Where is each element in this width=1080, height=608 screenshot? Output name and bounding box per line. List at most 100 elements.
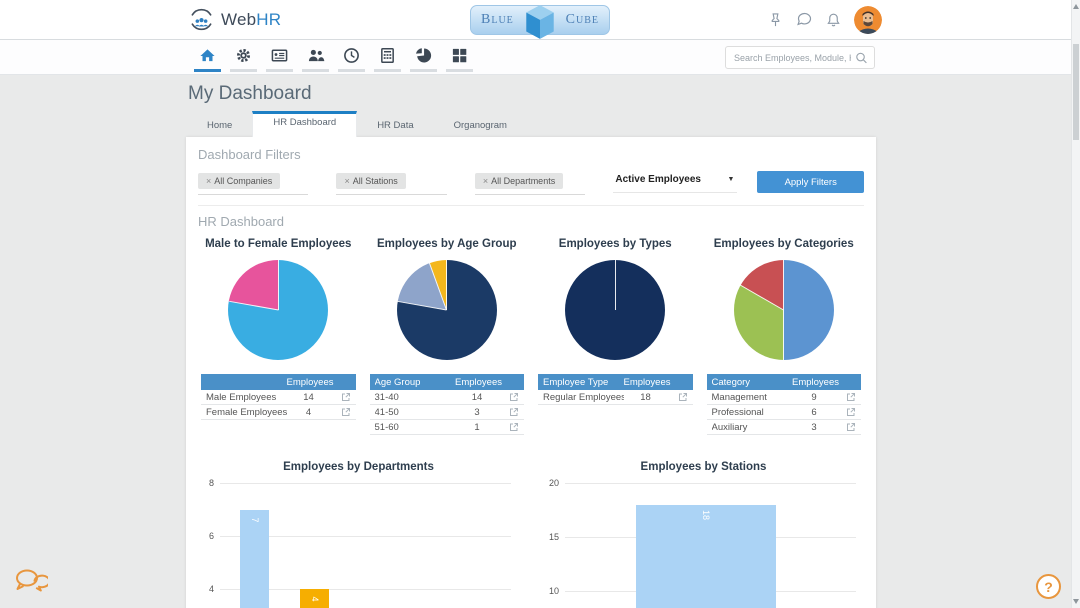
- open-record-icon[interactable]: [836, 422, 856, 432]
- remove-icon[interactable]: ×: [344, 176, 349, 186]
- pie-slice-divider: [278, 260, 279, 310]
- home-module-button[interactable]: [194, 40, 221, 72]
- employees-module-button[interactable]: [302, 40, 329, 72]
- column-header: Employee Type: [543, 377, 624, 388]
- open-record-icon[interactable]: [499, 392, 519, 402]
- global-search: [725, 46, 875, 69]
- employee-types-table: Employee TypeEmployeesRegular Employees1…: [538, 374, 693, 405]
- open-record-icon[interactable]: [836, 392, 856, 402]
- search-input[interactable]: [726, 53, 855, 63]
- table-row: Professional6: [707, 405, 862, 420]
- webhr-logo[interactable]: WebHR: [188, 6, 281, 33]
- tab-home[interactable]: Home: [187, 111, 252, 137]
- table-row: 31-4014: [370, 390, 525, 405]
- row-label: Female Employees: [206, 407, 287, 418]
- chart-title: Male to Female Employees: [205, 238, 351, 250]
- time-module-button[interactable]: [338, 40, 365, 72]
- chat-icon[interactable]: [796, 12, 813, 28]
- y-axis-tick-label: 6: [198, 531, 214, 541]
- stations-bar-column: Employees by Stations 20151018: [543, 461, 864, 608]
- user-avatar[interactable]: [854, 6, 882, 34]
- gender-table: EmployeesMale Employees14Female Employee…: [201, 374, 356, 420]
- table-header-row: Employee TypeEmployees: [538, 374, 693, 390]
- pie-column-gender: Male to Female Employees EmployeesMale E…: [198, 238, 359, 435]
- gridline: [565, 483, 856, 484]
- help-button[interactable]: ?: [1036, 574, 1061, 599]
- table-row: Management9: [707, 390, 862, 405]
- open-record-icon[interactable]: [836, 407, 856, 417]
- row-value: 4: [287, 407, 331, 418]
- row-label: Regular Employees: [543, 392, 624, 403]
- bar-segment[interactable]: 7: [240, 510, 269, 608]
- row-label: Auxiliary: [712, 422, 793, 433]
- table-header-row: Employees: [201, 374, 356, 390]
- table-row: 41-503: [370, 405, 525, 420]
- y-axis-tick-label: 8: [198, 478, 214, 488]
- departments-filter-field[interactable]: ×All Departments: [475, 171, 585, 195]
- row-label: 51-60: [375, 422, 456, 433]
- remove-icon[interactable]: ×: [483, 176, 488, 186]
- stations-filter-field[interactable]: ×All Stations: [336, 171, 446, 195]
- vertical-scrollbar[interactable]: [1071, 0, 1080, 608]
- tab-organogram[interactable]: Organogram: [434, 111, 527, 137]
- chart-title: Employees by Types: [559, 238, 672, 250]
- settings-module-button[interactable]: [230, 40, 257, 72]
- pie-slice-divider: [615, 260, 616, 310]
- module-toolbar: [0, 40, 1080, 75]
- pie-column-types: Employees by Types Employee TypeEmployee…: [535, 238, 696, 435]
- dashboard-panel: Dashboard Filters ×All Companies ×All St…: [186, 137, 876, 608]
- apply-filters-button[interactable]: Apply Filters: [757, 171, 864, 193]
- payroll-module-button[interactable]: [374, 40, 401, 72]
- companies-filter-field[interactable]: ×All Companies: [198, 171, 308, 195]
- live-chat-button[interactable]: [14, 568, 48, 601]
- departments-filter-chip[interactable]: ×All Departments: [475, 173, 563, 189]
- open-record-icon[interactable]: [331, 407, 351, 417]
- open-record-icon[interactable]: [668, 392, 688, 402]
- column-header: Category: [712, 377, 793, 388]
- table-header-row: Age GroupEmployees: [370, 374, 525, 390]
- employee-card-module-button[interactable]: [266, 40, 293, 72]
- bell-icon[interactable]: [826, 12, 841, 28]
- companies-filter-chip[interactable]: ×All Companies: [198, 173, 280, 189]
- open-record-icon[interactable]: [499, 422, 519, 432]
- column-header: Employees: [792, 377, 836, 388]
- webhr-wordmark: WebHR: [221, 10, 281, 30]
- chart-title: Employees by Departments: [198, 461, 519, 473]
- pie-slice-divider: [783, 260, 784, 310]
- row-value: 9: [792, 392, 836, 403]
- pin-icon[interactable]: [768, 12, 783, 28]
- row-value: 3: [792, 422, 836, 433]
- apps-module-button[interactable]: [446, 40, 473, 72]
- row-label: 41-50: [375, 407, 456, 418]
- bar-value-label: 7: [250, 517, 260, 522]
- tab-hr-data[interactable]: HR Data: [357, 111, 433, 137]
- row-value: 14: [287, 392, 331, 403]
- table-row: Regular Employees18: [538, 390, 693, 405]
- pie-slice-divider: [446, 260, 447, 310]
- tab-hr-dashboard[interactable]: HR Dashboard: [252, 111, 357, 137]
- open-record-icon[interactable]: [331, 392, 351, 402]
- pie-slice-divider: [740, 285, 784, 311]
- table-row: Female Employees4: [201, 405, 356, 420]
- hr-dashboard-section-title: HR Dashboard: [198, 214, 864, 229]
- bar-value-label: 18: [701, 510, 711, 520]
- bar-segment[interactable]: 18: [636, 505, 776, 608]
- scroll-down-arrow-icon[interactable]: [1073, 599, 1079, 604]
- remove-icon[interactable]: ×: [206, 176, 211, 186]
- employee-types-pie-chart[interactable]: [565, 260, 665, 360]
- reports-module-button[interactable]: [410, 40, 437, 72]
- age-group-pie-chart[interactable]: [397, 260, 497, 360]
- pie-charts-row: Male to Female Employees EmployeesMale E…: [198, 238, 864, 435]
- stations-filter-chip[interactable]: ×All Stations: [336, 173, 405, 189]
- gender-pie-chart[interactable]: [228, 260, 328, 360]
- scroll-up-arrow-icon[interactable]: [1073, 4, 1079, 9]
- pie-column-categories: Employees by Categories CategoryEmployee…: [704, 238, 865, 435]
- pie-chart-icon: [415, 47, 432, 64]
- scrollbar-thumb[interactable]: [1073, 44, 1079, 140]
- search-icon[interactable]: [855, 51, 868, 65]
- open-record-icon[interactable]: [499, 407, 519, 417]
- cube-icon: [522, 3, 558, 41]
- bar-segment[interactable]: 4: [300, 589, 329, 608]
- categories-pie-chart[interactable]: [734, 260, 834, 360]
- employee-status-select[interactable]: Active Employees ▼: [613, 171, 737, 193]
